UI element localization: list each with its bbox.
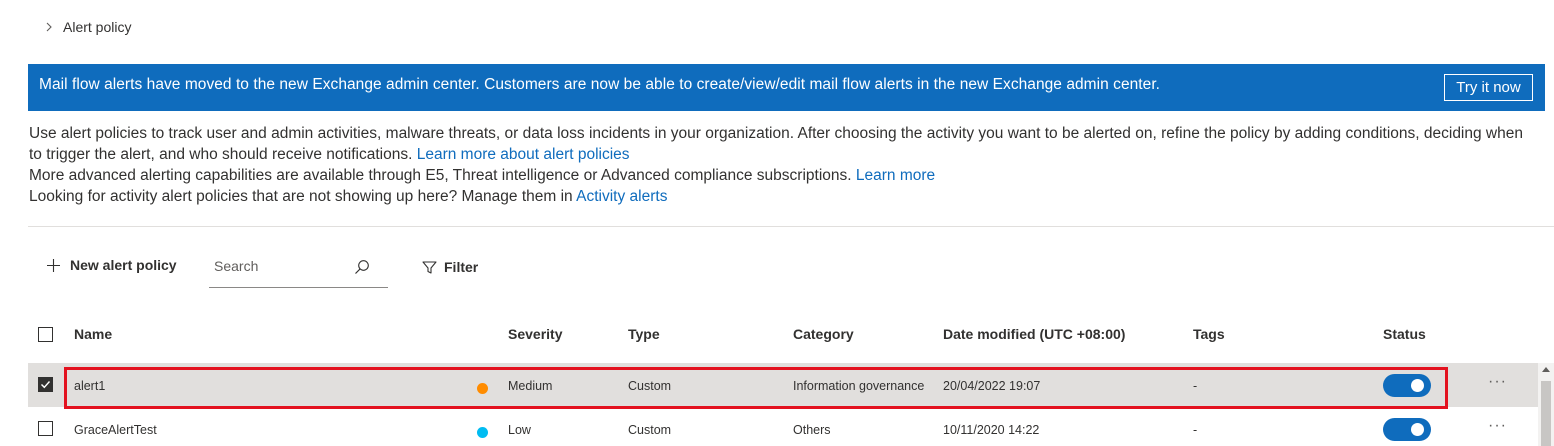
page-description: Use alert policies to track user and adm… bbox=[29, 123, 1529, 207]
activity-alerts-link[interactable]: Activity alerts bbox=[576, 188, 667, 205]
row-name[interactable]: alert1 bbox=[74, 379, 105, 393]
column-header-tags[interactable]: Tags bbox=[1193, 326, 1225, 342]
search-box[interactable] bbox=[209, 250, 388, 288]
breadcrumb: Alert policy bbox=[44, 19, 131, 35]
description-line-1: Use alert policies to track user and adm… bbox=[29, 125, 1523, 163]
row-date-modified: 10/11/2020 14:22 bbox=[943, 423, 1040, 437]
section-divider bbox=[28, 226, 1554, 227]
filter-icon bbox=[422, 260, 437, 274]
column-header-name[interactable]: Name bbox=[74, 326, 112, 342]
learn-more-link[interactable]: Learn more bbox=[856, 167, 935, 184]
description-line-3: Looking for activity alert policies that… bbox=[29, 188, 668, 205]
try-it-now-button[interactable]: Try it now bbox=[1444, 74, 1533, 101]
severity-dot-icon bbox=[477, 427, 488, 438]
learn-more-alert-policies-link[interactable]: Learn more about alert policies bbox=[417, 146, 630, 163]
status-toggle[interactable] bbox=[1383, 374, 1431, 397]
severity-dot-icon bbox=[477, 383, 488, 394]
row-type: Custom bbox=[628, 423, 672, 437]
search-input[interactable] bbox=[214, 258, 344, 274]
description-line-2: More advanced alerting capabilities are … bbox=[29, 167, 936, 184]
column-header-category[interactable]: Category bbox=[793, 326, 854, 342]
row-date-modified: 20/04/2022 19:07 bbox=[943, 379, 1041, 393]
row-checkbox[interactable] bbox=[38, 421, 53, 436]
scrollbar-thumb[interactable] bbox=[1541, 381, 1551, 446]
checkmark-icon bbox=[41, 381, 51, 389]
column-header-type[interactable]: Type bbox=[628, 326, 660, 342]
row-tags: - bbox=[1193, 423, 1198, 437]
more-actions-icon[interactable]: ··· bbox=[1488, 417, 1507, 435]
row-checkbox[interactable] bbox=[38, 377, 53, 392]
more-actions-icon[interactable]: ··· bbox=[1488, 373, 1507, 391]
row-severity: Medium bbox=[508, 379, 553, 393]
row-type: Custom bbox=[628, 379, 672, 393]
banner-message: Mail flow alerts have moved to the new E… bbox=[39, 76, 1161, 93]
info-banner: Mail flow alerts have moved to the new E… bbox=[28, 64, 1545, 111]
new-alert-policy-button[interactable]: New alert policy bbox=[46, 257, 177, 273]
new-alert-policy-label: New alert policy bbox=[70, 257, 177, 273]
table-row[interactable]: alert1 Medium Custom Information governa… bbox=[28, 363, 1554, 407]
filter-button[interactable]: Filter bbox=[422, 259, 478, 275]
row-name[interactable]: GraceAlertTest bbox=[74, 423, 157, 437]
command-bar: New alert policy Filter bbox=[46, 250, 546, 290]
column-header-date-modified[interactable]: Date modified (UTC +08:00) bbox=[943, 326, 1125, 342]
vertical-scrollbar[interactable] bbox=[1538, 363, 1554, 446]
row-severity: Low bbox=[508, 423, 531, 437]
select-all-checkbox[interactable] bbox=[38, 327, 53, 342]
status-toggle[interactable] bbox=[1383, 418, 1431, 441]
toggle-knob bbox=[1411, 379, 1424, 392]
search-icon[interactable] bbox=[354, 259, 370, 275]
breadcrumb-current[interactable]: Alert policy bbox=[63, 19, 131, 35]
row-category: Others bbox=[793, 423, 831, 437]
plus-icon bbox=[47, 258, 60, 272]
alert-policies-table: Name Severity Type Category Date modifie… bbox=[28, 310, 1554, 446]
column-header-status[interactable]: Status bbox=[1383, 326, 1426, 342]
filter-label: Filter bbox=[444, 259, 479, 275]
row-category: Information governance bbox=[793, 379, 925, 393]
table-header: Name Severity Type Category Date modifie… bbox=[28, 310, 1554, 360]
scroll-up-icon[interactable] bbox=[1542, 367, 1550, 372]
table-row[interactable]: GraceAlertTest Low Custom Others 10/11/2… bbox=[28, 407, 1554, 446]
column-header-severity[interactable]: Severity bbox=[508, 326, 562, 342]
row-tags: - bbox=[1193, 379, 1198, 393]
chevron-right-icon bbox=[46, 22, 52, 32]
toggle-knob bbox=[1411, 423, 1424, 436]
